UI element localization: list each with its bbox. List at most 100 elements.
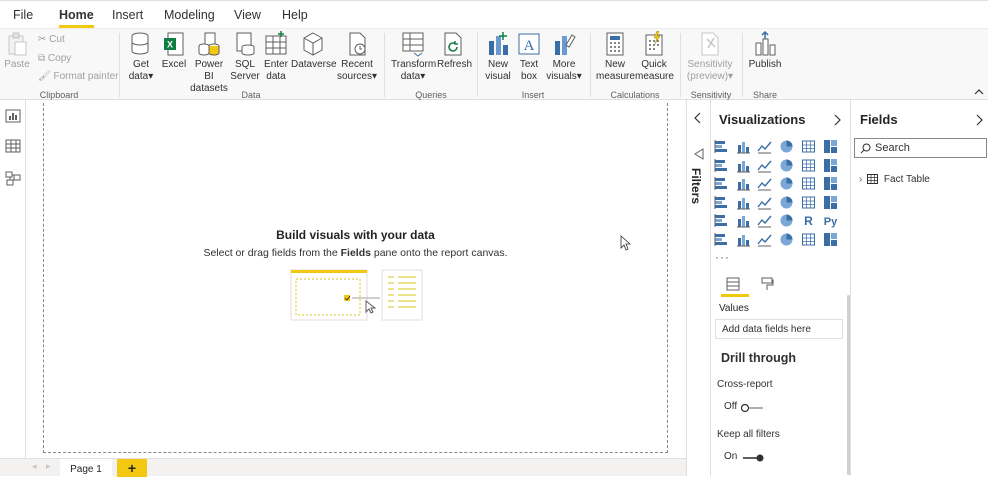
funnel-visual-icon[interactable] — [736, 176, 751, 191]
more-visuals-button[interactable]: More visuals▾ — [545, 31, 583, 83]
recent-sources-icon — [349, 32, 366, 56]
format-painter-button[interactable]: 🖌 Format painter — [38, 71, 119, 83]
kpi-visual-icon[interactable] — [714, 213, 729, 228]
text-box-icon: A — [518, 33, 540, 55]
slicer-visual-icon[interactable] — [736, 213, 751, 228]
page-tab-1[interactable]: Page 1 — [60, 459, 112, 477]
waterfall-visual-icon[interactable] — [714, 176, 729, 191]
stacked-area-visual-icon[interactable] — [757, 158, 772, 173]
filters-pane[interactable]: Filters — [686, 100, 710, 476]
clustered-column-visual-icon[interactable] — [779, 139, 794, 154]
paste-button[interactable]: Paste — [4, 31, 30, 71]
enter-data-button[interactable]: Enter data — [262, 31, 290, 83]
card-visual-icon[interactable] — [801, 195, 816, 210]
sensitivity-button[interactable]: Sensitivity (preview)▾ — [685, 31, 735, 83]
chevron-right-icon[interactable] — [974, 114, 984, 126]
treemap-visual-icon[interactable] — [823, 176, 838, 191]
svg-text:A: A — [524, 38, 535, 54]
menu-modeling[interactable]: Modeling — [164, 8, 215, 22]
format-paint-roller-icon[interactable] — [759, 276, 775, 292]
more-visuals-ellipsis[interactable]: ··· — [715, 250, 730, 264]
multi-row-card-visual-icon[interactable] — [823, 195, 838, 210]
menu-home[interactable]: Home — [59, 8, 94, 28]
menu-insert[interactable]: Insert — [112, 8, 143, 22]
cross-report-toggle[interactable]: Off — [724, 401, 763, 413]
stacked-column-visual-icon[interactable] — [736, 139, 751, 154]
menu-view[interactable]: View — [234, 8, 261, 22]
donut-visual-icon[interactable] — [801, 176, 816, 191]
get-data-button[interactable]: Get data▾ — [124, 31, 158, 83]
key-influencers-visual-icon[interactable] — [714, 232, 729, 247]
smart-narrative-visual-icon[interactable] — [779, 232, 794, 247]
ribbon-visual-icon[interactable] — [823, 158, 838, 173]
refresh-button[interactable]: Refresh — [437, 31, 472, 71]
shape-map-visual-icon[interactable] — [757, 195, 772, 210]
database-icon — [131, 32, 149, 55]
menu-file[interactable]: File — [13, 8, 33, 22]
quick-measure-button[interactable]: Quick measure — [635, 31, 674, 83]
recent-sources-button[interactable]: Recent sources▾ — [336, 31, 378, 83]
chevron-right-icon[interactable] — [832, 114, 842, 126]
clustered-bar-visual-icon[interactable] — [757, 139, 772, 154]
report-view-icon[interactable] — [5, 108, 21, 124]
new-measure-button[interactable]: New measure — [596, 31, 635, 83]
qa-visual-icon[interactable] — [757, 232, 772, 247]
visualizations-pane: Visualizations ··· Values Add data field… — [710, 100, 850, 476]
scatter-visual-icon[interactable] — [757, 176, 772, 191]
empty-canvas-subtitle: Select or drag fields from the Fields pa… — [203, 247, 508, 259]
excel-button[interactable]: X Excel — [160, 31, 188, 71]
active-tab-indicator — [721, 294, 749, 297]
prev-page-arrow-icon[interactable]: ◂ — [32, 461, 37, 472]
matrix-visual-icon[interactable] — [779, 213, 794, 228]
100-column-visual-icon[interactable] — [823, 139, 838, 154]
chevron-up-icon[interactable] — [974, 87, 984, 97]
decomposition-tree-visual-icon[interactable] — [736, 232, 751, 247]
new-visual-button[interactable]: New visual — [483, 31, 513, 83]
filled-map-visual-icon[interactable] — [736, 195, 751, 210]
sql-server-button[interactable]: SQL Server — [230, 31, 260, 83]
next-page-arrow-icon[interactable]: ▸ — [46, 461, 51, 472]
100-bar-visual-icon[interactable] — [801, 139, 816, 154]
line-visual-icon[interactable] — [714, 158, 729, 173]
chevron-left-icon[interactable] — [693, 112, 703, 124]
more-app-visual-icon[interactable] — [823, 232, 838, 247]
dataverse-button[interactable]: Dataverse — [291, 31, 337, 71]
model-view-icon[interactable] — [5, 170, 21, 186]
paginated-visual-icon[interactable] — [801, 232, 816, 247]
gauge-visual-icon[interactable] — [779, 195, 794, 210]
line-clustered-visual-icon[interactable] — [801, 158, 816, 173]
line-column-visual-icon[interactable] — [779, 158, 794, 173]
map-visual-icon[interactable] — [714, 195, 729, 210]
table-visual-icon[interactable] — [757, 213, 772, 228]
add-page-button[interactable]: + — [117, 459, 147, 477]
field-table-fact-table[interactable]: › Fact Table — [859, 174, 930, 185]
dataverse-icon — [303, 32, 323, 56]
menu-help[interactable]: Help — [282, 8, 308, 22]
transform-data-button[interactable]: Transform data▾ — [391, 31, 436, 83]
python-visual-visual-icon[interactable]: Py — [823, 213, 838, 228]
stacked-bar-visual-icon[interactable] — [714, 139, 729, 154]
copy-button[interactable]: ⧉ Copy — [38, 53, 71, 65]
pie-visual-icon[interactable] — [779, 176, 794, 191]
data-view-icon[interactable] — [5, 138, 21, 154]
table-icon — [265, 31, 287, 55]
fields-search-box — [854, 138, 987, 158]
chevron-expand-icon[interactable]: › — [859, 174, 862, 185]
publish-button[interactable]: Publish — [748, 31, 782, 71]
fields-well-icon[interactable] — [725, 276, 741, 292]
text-box-button[interactable]: A Text box — [515, 31, 543, 83]
search-input[interactable] — [875, 141, 983, 155]
r-visual-visual-icon[interactable]: R — [801, 213, 816, 228]
insert-group-label: Insert — [521, 90, 545, 100]
keep-all-filters-toggle[interactable]: On — [724, 451, 764, 462]
area-visual-icon[interactable] — [736, 158, 751, 173]
fields-title: Fields — [860, 112, 898, 127]
report-canvas[interactable]: Build visuals with your data Select or d… — [43, 103, 668, 453]
values-drop-zone[interactable]: Add data fields here — [715, 319, 843, 339]
cut-button[interactable]: ✂ Cut — [38, 34, 65, 46]
powerbi-datasets-button[interactable]: Power BI datasets — [189, 31, 229, 95]
svg-text:X: X — [167, 40, 173, 50]
bar-chart-icon — [489, 32, 508, 55]
share-group-label: Share — [752, 90, 778, 100]
view-switcher-rail — [0, 100, 26, 476]
